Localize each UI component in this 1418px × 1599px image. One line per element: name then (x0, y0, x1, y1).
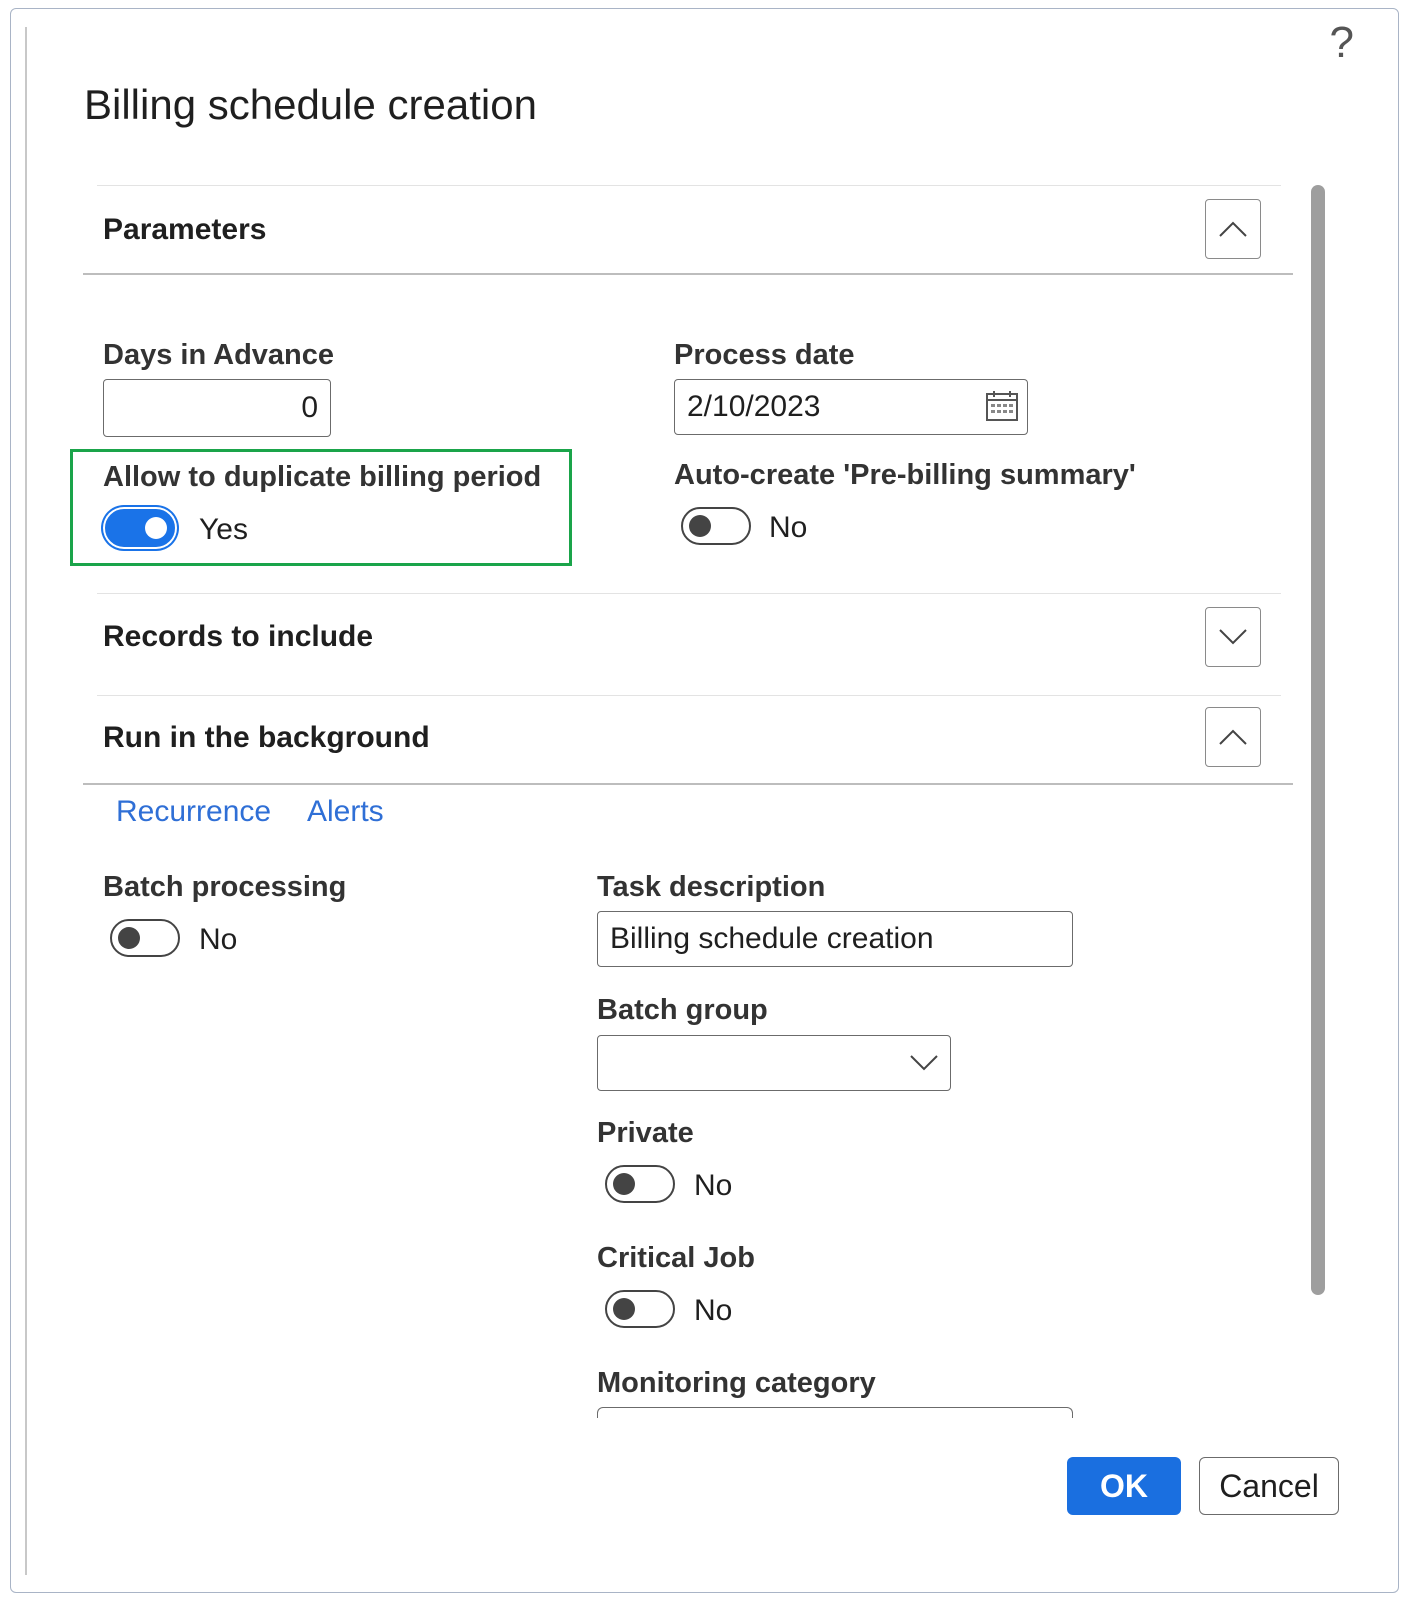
task-description-input[interactable]: Billing schedule creation (597, 911, 1073, 967)
critical-job-label: Critical Job (597, 1242, 755, 1274)
chevron-up-icon (1219, 221, 1247, 237)
private-toggle[interactable] (605, 1165, 675, 1203)
dialog-title: Billing schedule creation (84, 81, 537, 128)
toggle-knob (145, 517, 167, 539)
monitoring-category-input[interactable] (597, 1407, 1073, 1418)
section-divider (97, 185, 1281, 186)
batch-group-select[interactable] (597, 1035, 951, 1091)
task-description-value: Billing schedule creation (610, 922, 934, 955)
allow-duplicate-label: Allow to duplicate billing period (103, 461, 542, 493)
cancel-button[interactable]: Cancel (1199, 1457, 1339, 1515)
auto-create-label: Auto-create 'Pre-billing summary' (674, 459, 1136, 491)
batch-group-label: Batch group (597, 994, 768, 1026)
auto-create-toggle[interactable] (681, 507, 751, 545)
parameters-collapse-button[interactable] (1205, 199, 1261, 259)
run-background-collapse-button[interactable] (1205, 707, 1261, 767)
recurrence-link[interactable]: Recurrence (116, 795, 271, 829)
batch-processing-label: Batch processing (103, 871, 347, 903)
batch-processing-toggle[interactable] (110, 919, 180, 957)
records-section-title[interactable]: Records to include (103, 620, 373, 654)
process-date-value: 2/10/2023 (687, 390, 821, 423)
help-icon[interactable]: ? (1330, 21, 1354, 65)
process-date-label: Process date (674, 339, 855, 371)
days-in-advance-value: 0 (301, 391, 318, 424)
monitoring-category-label: Monitoring category (597, 1367, 876, 1399)
dialog-left-border (25, 27, 27, 1575)
allow-duplicate-toggle[interactable] (105, 509, 175, 547)
chevron-down-icon (1219, 629, 1247, 645)
auto-create-value: No (769, 511, 808, 544)
private-value: No (694, 1169, 733, 1202)
toggle-knob (689, 515, 711, 537)
critical-job-value: No (694, 1294, 733, 1327)
section-header-rule (83, 273, 1293, 275)
private-label: Private (597, 1117, 694, 1149)
section-divider (97, 593, 1281, 594)
section-divider (97, 695, 1281, 696)
toggle-knob (613, 1298, 635, 1320)
dialog: ? Billing schedule creation Parameters D… (10, 8, 1399, 1593)
alerts-link[interactable]: Alerts (307, 795, 384, 829)
section-header-rule (83, 783, 1293, 785)
parameters-section-title[interactable]: Parameters (103, 213, 266, 247)
chevron-down-icon[interactable] (908, 1052, 940, 1074)
toggle-knob (118, 927, 140, 949)
critical-job-toggle[interactable] (605, 1290, 675, 1328)
task-description-label: Task description (597, 871, 826, 903)
process-date-input[interactable]: 2/10/2023 (674, 379, 1028, 435)
days-in-advance-input[interactable]: 0 (103, 379, 331, 437)
records-expand-button[interactable] (1205, 607, 1261, 667)
chevron-up-icon (1219, 729, 1247, 745)
toggle-knob (613, 1173, 635, 1195)
days-in-advance-label: Days in Advance (103, 339, 335, 371)
allow-duplicate-value: Yes (199, 513, 248, 546)
run-background-section-title[interactable]: Run in the background (103, 721, 430, 755)
ok-button[interactable]: OK (1067, 1457, 1181, 1515)
calendar-icon[interactable] (985, 390, 1019, 422)
batch-processing-value: No (199, 923, 238, 956)
scrollbar-thumb[interactable] (1311, 185, 1325, 1295)
